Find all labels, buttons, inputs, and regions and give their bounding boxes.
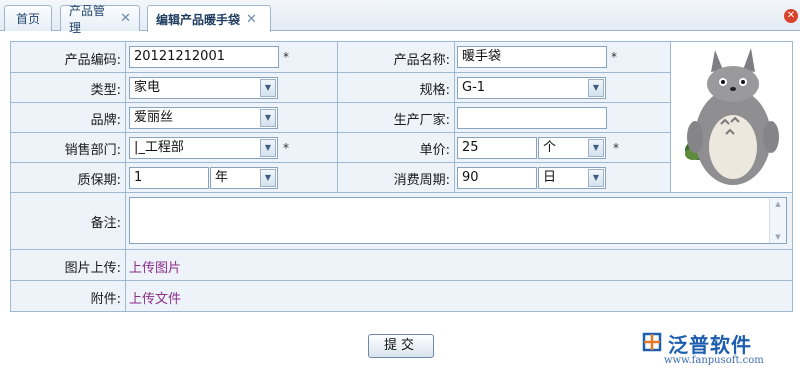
price-unit-value: 个 — [543, 140, 557, 155]
required-mark: * — [613, 141, 619, 155]
chevron-down-icon[interactable]: ▼ — [260, 139, 276, 157]
manufacturer-input[interactable] — [457, 107, 607, 129]
tab-home[interactable]: 首页 — [4, 5, 52, 31]
tab-label: 首页 — [15, 12, 40, 26]
warranty-unit-select[interactable]: 年 ▼ — [210, 167, 278, 189]
unit-price-input[interactable]: 25 — [457, 137, 537, 159]
consume-period-input[interactable]: 90 — [457, 167, 537, 189]
consume-period-unit-select[interactable]: 日 ▼ — [538, 167, 606, 189]
chevron-down-icon[interactable]: ▼ — [260, 169, 276, 187]
grid-divider — [454, 42, 455, 193]
consume-period-label: 消费周期: — [393, 173, 450, 188]
type-label: 类型: — [90, 83, 121, 98]
warranty-input[interactable]: 1 — [129, 167, 209, 189]
type-select[interactable]: 家电 ▼ — [129, 77, 278, 99]
brand-logo: 泛普软件 www.fanpusoft.com — [638, 327, 788, 367]
form-row: 备注: ▲ ▼ — [11, 193, 792, 250]
product-code-input[interactable]: 20121212001 — [129, 46, 279, 68]
submit-button[interactable]: 提交 — [368, 334, 434, 358]
remark-textarea[interactable] — [129, 197, 787, 244]
spec-value: G-1 — [462, 80, 486, 95]
logo-mark-icon — [642, 332, 662, 352]
product-code-label: 产品编码: — [64, 53, 121, 68]
spec-label: 规格: — [419, 83, 450, 98]
brand-label: 品牌: — [90, 113, 121, 128]
manufacturer-label: 生产厂家: — [393, 113, 450, 128]
sales-dept-select[interactable]: |_工程部 ▼ — [129, 137, 278, 159]
remark-scrollbar[interactable]: ▲ ▼ — [769, 198, 786, 243]
chevron-down-icon[interactable]: ▼ — [588, 139, 604, 157]
sales-dept-value: |_工程部 — [134, 140, 184, 155]
remark-label: 备注: — [90, 216, 121, 231]
chevron-down-icon[interactable]: ▼ — [588, 169, 604, 187]
scroll-up-icon[interactable]: ▲ — [770, 198, 786, 210]
brand-value: 爱丽丝 — [134, 110, 174, 125]
price-unit-select[interactable]: 个 ▼ — [538, 137, 606, 159]
product-image-cell — [670, 42, 792, 193]
chevron-down-icon[interactable]: ▼ — [260, 79, 276, 97]
close-icon[interactable]: ✕ — [120, 11, 131, 26]
consume-period-unit-value: 日 — [543, 170, 557, 185]
close-icon[interactable]: ✕ — [246, 12, 257, 27]
product-name-label: 产品名称: — [393, 53, 450, 68]
product-edit-form: 产品编码: 20121212001 * 产品名称: 暖手袋 * 类型: 家电 ▼… — [10, 41, 793, 312]
tab-label: 产品管理 — [69, 3, 106, 35]
grid-divider — [337, 42, 338, 193]
logo-name: 泛普软件 — [668, 333, 752, 357]
tab-product-management[interactable]: 产品管理 ✕ — [60, 4, 140, 35]
upload-image-link[interactable]: 上传图片 — [129, 257, 181, 276]
form-row: 附件: 上传文件 — [11, 281, 792, 311]
scroll-down-icon[interactable]: ▼ — [770, 231, 786, 243]
tab-edit-product[interactable]: 编辑产品暖手袋 ✕ — [147, 5, 271, 32]
tab-bar: 首页 产品管理 ✕ 编辑产品暖手袋 ✕ ✕ — [0, 0, 800, 35]
brand-select[interactable]: 爱丽丝 ▼ — [129, 107, 278, 129]
chevron-down-icon[interactable]: ▼ — [588, 79, 604, 97]
unit-price-label: 单价: — [419, 143, 450, 158]
tab-label: 编辑产品暖手袋 — [156, 12, 241, 27]
required-mark: * — [283, 141, 289, 155]
warranty-unit-value: 年 — [215, 170, 229, 185]
image-upload-label: 图片上传: — [64, 261, 121, 276]
close-all-icon[interactable]: ✕ — [784, 9, 798, 23]
product-name-input[interactable]: 暖手袋 — [457, 46, 607, 68]
attachment-label: 附件: — [90, 292, 121, 307]
type-value: 家电 — [134, 80, 161, 95]
chevron-down-icon[interactable]: ▼ — [260, 109, 276, 127]
upload-file-link[interactable]: 上传文件 — [129, 288, 181, 307]
required-mark: * — [283, 50, 289, 64]
sales-dept-label: 销售部门: — [64, 143, 121, 158]
spec-select[interactable]: G-1 ▼ — [457, 77, 606, 99]
product-image — [671, 42, 791, 192]
grid-divider — [125, 42, 126, 311]
logo-url: www.fanpusoft.com — [664, 355, 764, 366]
required-mark: * — [611, 50, 617, 64]
form-row: 图片上传: 上传图片 — [11, 250, 792, 281]
warranty-label: 质保期: — [77, 173, 121, 188]
